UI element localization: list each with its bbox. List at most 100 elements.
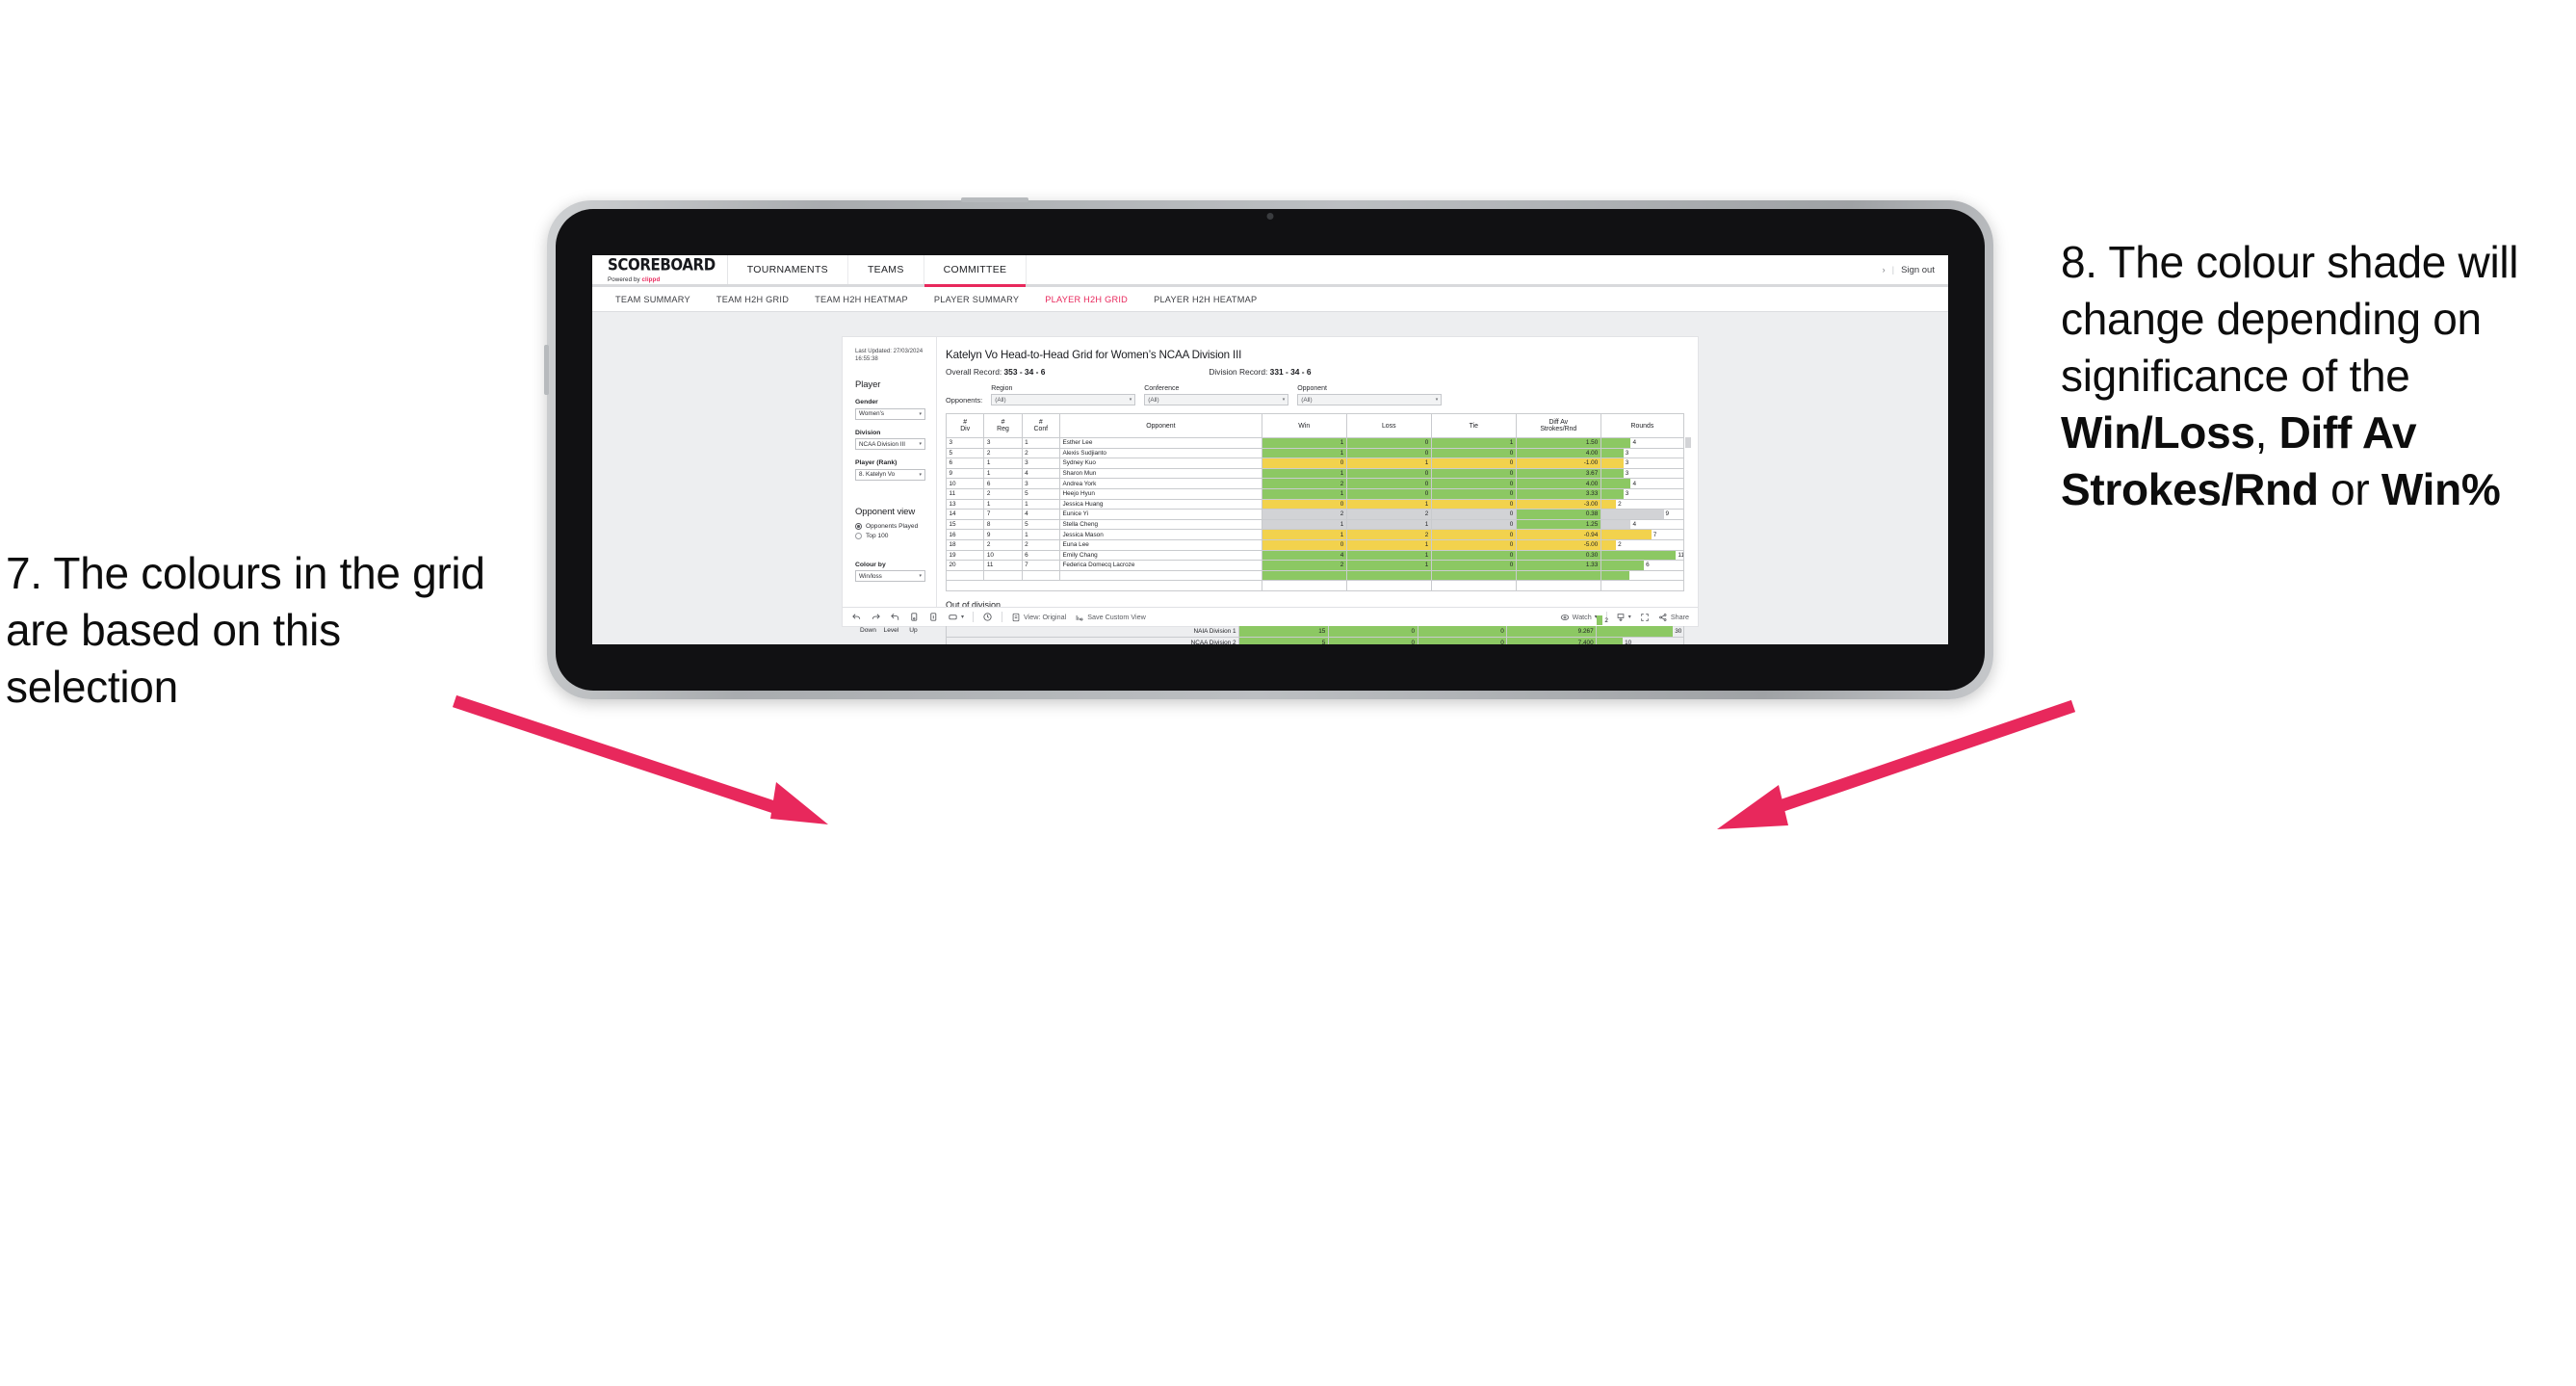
filter-region-select[interactable]: (All) ▾ (991, 394, 1136, 405)
save-custom-view-button[interactable]: Save Custom View (1075, 613, 1146, 622)
table-row[interactable]: 11 2 5 Heejo Hyun 1 0 0 3.33 3 (945, 487, 1685, 500)
redo-icon[interactable] (871, 612, 881, 622)
nav-item-committee[interactable]: COMMITTEE (924, 255, 1028, 287)
table-row[interactable]: 19 10 6 Emily Chang 4 1 0 0.30 11 (945, 549, 1685, 562)
table-cell: 1 (983, 498, 1023, 510)
filter-opponent-select[interactable]: (All) ▾ (1297, 394, 1443, 405)
table-cell: Federica Domecq Lacroze (1058, 560, 1262, 571)
logo-tagline: Powered by clippd (608, 276, 716, 283)
nav-item-teams[interactable]: TEAMS (848, 255, 924, 284)
rounds-bar-cell: 2 (1600, 538, 1685, 551)
table-cell: 1 (1345, 498, 1432, 510)
table-cell: 3 (945, 437, 985, 449)
device-preview-icon[interactable]: ▾ (948, 612, 964, 622)
tab-player-summary[interactable]: PLAYER SUMMARY (934, 295, 1019, 304)
last-updated-text: Last Updated: 27/03/2024 16:55:38 (855, 348, 924, 363)
chevron-down-icon: ▾ (919, 410, 922, 417)
legend-up-label: Up (909, 627, 918, 635)
table-row[interactable]: 13 1 1 Jessica Huang 0 1 0 -3.00 2 (945, 498, 1685, 510)
col-rounds: Rounds (1600, 413, 1685, 438)
table-row[interactable]: 14 7 4 Eunice Yi 2 2 0 0.38 9 (945, 509, 1685, 520)
tab-team-h2h-grid[interactable]: TEAM H2H GRID (716, 295, 789, 304)
table-cell: 1 (1261, 487, 1347, 500)
grid-scrollbar-thumb[interactable] (1685, 437, 1691, 448)
table-row[interactable]: 5 2 2 Alexis Sudjianto 1 0 0 4.00 3 (945, 447, 1685, 459)
table-row[interactable]: 18 2 2 Euna Lee 0 1 0 -5.00 2 (945, 538, 1685, 551)
filter-division-select[interactable]: NCAA Division III ▾ (855, 438, 925, 451)
logo-tagline-prefix: Powered by (608, 275, 642, 283)
table-cell: 0 (1430, 529, 1517, 540)
filter-region-label: Region (991, 385, 1013, 392)
table-row[interactable]: 10 6 3 Andrea York 2 0 0 4.00 4 (945, 478, 1685, 489)
table-cell: Alexis Sudjianto (1058, 447, 1262, 459)
table-row[interactable]: NAIA Division 1 15 0 0 9.267 30 (945, 625, 1684, 638)
nav-item-tournaments[interactable]: TOURNAMENTS (728, 255, 848, 284)
watch-label: Watch (1572, 613, 1592, 621)
radio-opponents-played-label: Opponents Played (866, 522, 919, 530)
table-cell: 0 (1345, 478, 1432, 489)
watch-button[interactable]: Watch ▾ (1560, 613, 1598, 622)
table-cell: 2 (1021, 447, 1060, 459)
sign-out-link[interactable]: Sign out (1901, 265, 1935, 275)
table-row[interactable]: 16 9 1 Jessica Mason 1 2 0 -0.94 7 (945, 529, 1685, 540)
table-cell: 0 (1327, 636, 1418, 644)
tab-player-h2h-grid[interactable]: PLAYER H2H GRID (1045, 295, 1128, 304)
table-cell: 0 (1417, 636, 1508, 644)
radio-top-100[interactable]: Top 100 (855, 532, 925, 539)
table-cell: 2 (983, 487, 1023, 500)
col-reg: # Reg (983, 413, 1023, 438)
slide-canvas: 7. The colours in the grid are based on … (0, 0, 2576, 1386)
filter-gender-select[interactable]: Women’s ▾ (855, 407, 925, 420)
radio-opponents-played[interactable]: Opponents Played (855, 522, 925, 530)
filter-colour-by-value: Win/loss (859, 572, 882, 580)
filter-conference-select[interactable]: (All) ▾ (1144, 394, 1289, 405)
table-cell: NAIA Division 1 (945, 625, 1240, 638)
tab-team-summary[interactable]: TEAM SUMMARY (615, 295, 690, 304)
h2h-grid-head: # Div # Reg # Conf Opponent Win Loss Tie Di… (945, 413, 1685, 438)
filter-gender: Gender Women’s ▾ (855, 399, 925, 420)
history-icon[interactable] (982, 612, 993, 622)
table-cell: 16 (945, 529, 985, 540)
rounds-bar-cell: 10 (1596, 636, 1684, 644)
filter-colour-by-select[interactable]: Win/loss ▾ (855, 570, 925, 583)
table-row[interactable]: 3 3 1 Esther Lee 1 0 1 1.50 4 (945, 437, 1685, 449)
table-cell: 0 (1430, 509, 1517, 520)
table-cell: 4.00 (1515, 478, 1601, 489)
tablet-camera (1266, 213, 1274, 220)
rounds-bar-cell: 3 (1600, 487, 1685, 500)
chevron-right-icon[interactable]: › (1883, 265, 1886, 275)
table-cell: 4.00 (1515, 447, 1601, 459)
filter-player-rank-select[interactable]: 8. Katelyn Vo ▾ (855, 468, 925, 481)
rounds-bar-cell: 30 (1596, 625, 1684, 638)
radio-unselected-icon (855, 532, 862, 539)
table-cell: 1 (1430, 437, 1517, 449)
view-original-button[interactable]: View: Original (1011, 613, 1066, 622)
table-cell: 0 (1345, 437, 1432, 449)
tab-player-h2h-heatmap[interactable]: PLAYER H2H HEATMAP (1154, 295, 1257, 304)
tab-team-h2h-heatmap[interactable]: TEAM H2H HEATMAP (815, 295, 908, 304)
table-row[interactable]: 9 1 4 Sharon Mun 1 0 0 3.67 3 (945, 467, 1685, 480)
refresh-icon[interactable] (909, 612, 920, 622)
table-row[interactable]: 6 1 3 Sydney Kuo 0 1 0 -1.00 3 (945, 458, 1685, 469)
opponents-label: Opponents: (946, 395, 983, 405)
table-cell: -3.00 (1515, 498, 1601, 510)
pause-icon[interactable] (928, 612, 939, 622)
rounds-bar-cell: 3 (1600, 467, 1685, 480)
table-row[interactable]: NCAA Division 2 5 0 0 7.400 10 (945, 636, 1684, 644)
app-logo[interactable]: SCOREBOARD Powered by clippd (592, 255, 728, 284)
header-right-cluster: › | Sign out (1883, 255, 1948, 284)
table-cell: Jessica Mason (1058, 529, 1262, 540)
h2h-grid-header-row: # Div # Reg # Conf Opponent Win Loss Tie Di… (945, 413, 1685, 438)
table-row[interactable]: 20 11 7 Federica Domecq Lacroze 2 1 0 1.33 6 (945, 560, 1685, 571)
sidebar-heading-player: Player (855, 379, 881, 391)
table-cell: 0 (1430, 487, 1517, 500)
header-divider: | (1891, 264, 1895, 275)
table-cell: 7 (983, 509, 1023, 520)
table-row[interactable]: 15 8 5 Stella Cheng 1 1 0 1.25 4 (945, 518, 1685, 531)
undo-icon[interactable] (851, 612, 862, 622)
table-cell: 0 (1430, 498, 1517, 510)
save-custom-view-label: Save Custom View (1087, 613, 1146, 621)
filter-player-rank-value: 8. Katelyn Vo (859, 471, 896, 479)
revert-icon[interactable] (890, 612, 900, 622)
table-cell: 3.33 (1515, 487, 1601, 500)
